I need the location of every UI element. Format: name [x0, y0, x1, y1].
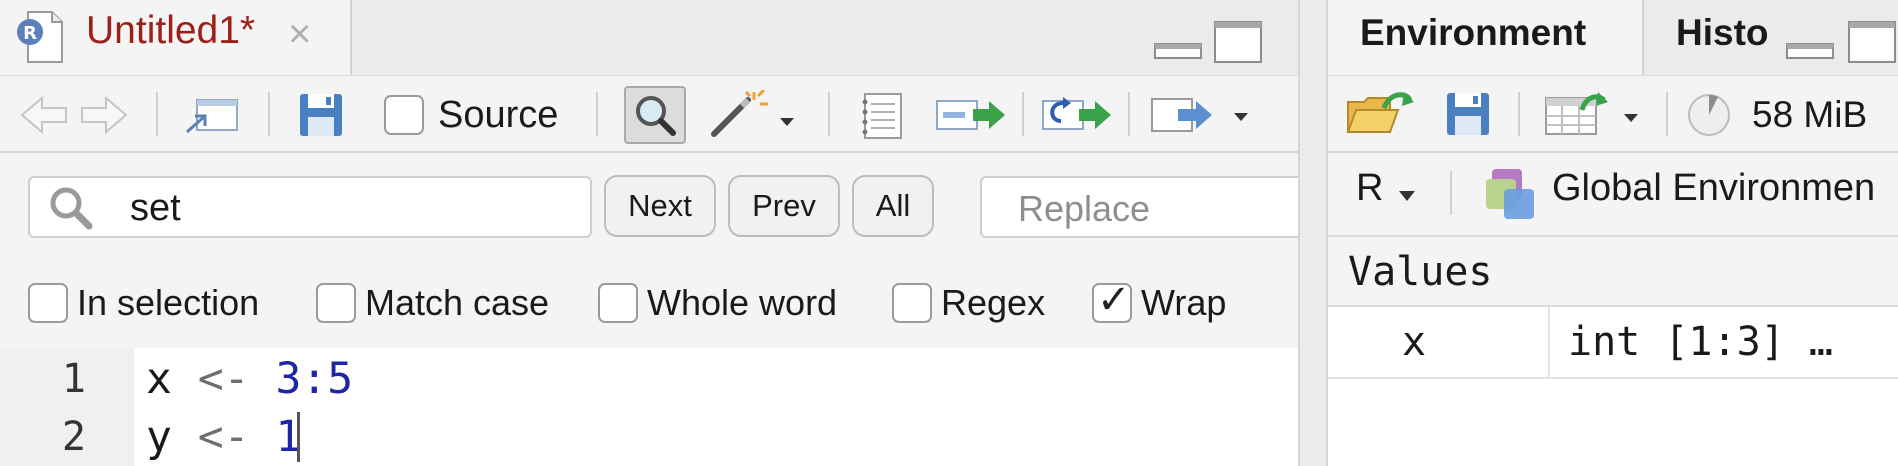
load-workspace-icon[interactable]: [1346, 88, 1416, 143]
code-operator: <-: [197, 412, 250, 462]
whole-word-label: Whole word: [647, 282, 838, 323]
back-arrow-icon[interactable]: [16, 76, 72, 154]
find-replace-bar: set Next Prev All Replace In selection M…: [0, 153, 1298, 348]
tab-environment-label: Environment: [1360, 12, 1587, 53]
show-in-window-icon[interactable]: [180, 76, 244, 154]
code-variable: y: [146, 412, 172, 462]
replace-input[interactable]: Replace: [980, 176, 1298, 238]
column-divider: [1548, 307, 1550, 379]
rerun-icon[interactable]: [1040, 76, 1114, 154]
compile-report-icon[interactable]: [852, 76, 912, 154]
pane-splitter[interactable]: [1298, 0, 1328, 466]
tab-history[interactable]: Histo: [1676, 12, 1769, 54]
values-section-header: Values: [1328, 237, 1898, 307]
line-number: 2: [61, 414, 86, 460]
minimize-pane-icon[interactable]: [1784, 20, 1836, 64]
editor-toolbar: Source: [0, 75, 1298, 153]
text-cursor: [297, 412, 300, 462]
wrap-label: Wrap: [1141, 282, 1227, 323]
option-wrap[interactable]: Wrap: [1092, 277, 1227, 327]
code-variable: x: [146, 354, 172, 404]
save-icon[interactable]: [292, 76, 350, 154]
memory-usage-icon[interactable]: [1686, 92, 1732, 143]
tab-environment[interactable]: Environment: [1328, 0, 1644, 76]
language-select[interactable]: R: [1356, 167, 1383, 210]
find-all-button[interactable]: All: [852, 175, 934, 237]
regex-label: Regex: [941, 282, 1046, 323]
variable-name: x: [1402, 319, 1427, 365]
match-case-checkbox[interactable]: [316, 283, 356, 323]
find-prev-button[interactable]: Prev: [728, 175, 840, 237]
find-replace-icon[interactable]: [624, 76, 686, 154]
in-selection-checkbox[interactable]: [28, 283, 68, 323]
close-tab-icon[interactable]: ×: [288, 14, 311, 54]
source-file-icon[interactable]: [1148, 76, 1258, 154]
chevron-down-icon[interactable]: [1398, 189, 1416, 207]
values-section-label: Values: [1348, 249, 1493, 295]
code-operator: <-: [197, 354, 250, 404]
code-number: 3:5: [275, 354, 354, 404]
import-dataset-icon[interactable]: [1542, 88, 1646, 143]
forward-arrow-icon[interactable]: [76, 76, 132, 154]
run-lines-icon[interactable]: [934, 76, 1008, 154]
source-on-save-checkbox[interactable]: [384, 95, 424, 135]
search-input[interactable]: set: [28, 176, 592, 238]
source-editor-pane: R Untitled1* × Source set Next Prev All …: [0, 0, 1298, 466]
find-next-button[interactable]: Next: [604, 175, 716, 237]
in-selection-label: In selection: [77, 282, 260, 323]
table-row[interactable]: x int [1:3] …: [1328, 307, 1898, 379]
search-input-value: set: [130, 187, 181, 229]
maximize-pane-icon[interactable]: [1846, 20, 1898, 64]
line-number-gutter: 1 2: [0, 348, 134, 466]
code-tools-wand-icon[interactable]: [708, 76, 800, 154]
option-in-selection[interactable]: In selection: [28, 279, 259, 327]
option-regex[interactable]: Regex: [892, 279, 1045, 327]
variable-value: int [1:3] …: [1568, 319, 1833, 365]
source-on-save-toggle[interactable]: Source: [384, 76, 664, 154]
code-editor[interactable]: 1 2 x <- 3:5 y <- 1: [0, 348, 1298, 466]
line-number: 1: [61, 356, 86, 402]
environment-scope-select[interactable]: Global Environmen: [1552, 167, 1875, 210]
option-whole-word[interactable]: Whole word: [598, 279, 837, 327]
replace-placeholder: Replace: [1018, 188, 1151, 229]
environment-stack-icon: [1484, 167, 1540, 228]
source-on-save-label: Source: [438, 93, 559, 136]
editor-tab-untitled1[interactable]: R Untitled1* ×: [0, 0, 352, 76]
wrap-checkbox[interactable]: [1092, 277, 1132, 323]
code-line[interactable]: y <- 1: [146, 412, 301, 462]
maximize-pane-icon[interactable]: [1212, 20, 1264, 64]
svg-text:R: R: [23, 23, 37, 44]
option-match-case[interactable]: Match case: [316, 279, 549, 327]
environment-pane: Environment Histo 58 MiB R Global Enviro…: [1328, 0, 1898, 466]
tab-title: Untitled1*: [86, 9, 256, 52]
regex-checkbox[interactable]: [892, 283, 932, 323]
save-workspace-icon[interactable]: [1444, 90, 1492, 143]
match-case-label: Match case: [365, 282, 550, 323]
search-icon: [48, 185, 94, 236]
whole-word-checkbox[interactable]: [598, 283, 638, 323]
code-line[interactable]: x <- 3:5: [146, 354, 353, 404]
environment-toolbar: 58 MiB: [1328, 75, 1898, 153]
r-script-file-icon: R: [16, 10, 66, 64]
environment-scope-bar: R Global Environmen: [1328, 153, 1898, 237]
minimize-pane-icon[interactable]: [1152, 20, 1204, 64]
memory-usage-label: 58 MiB: [1752, 94, 1868, 135]
